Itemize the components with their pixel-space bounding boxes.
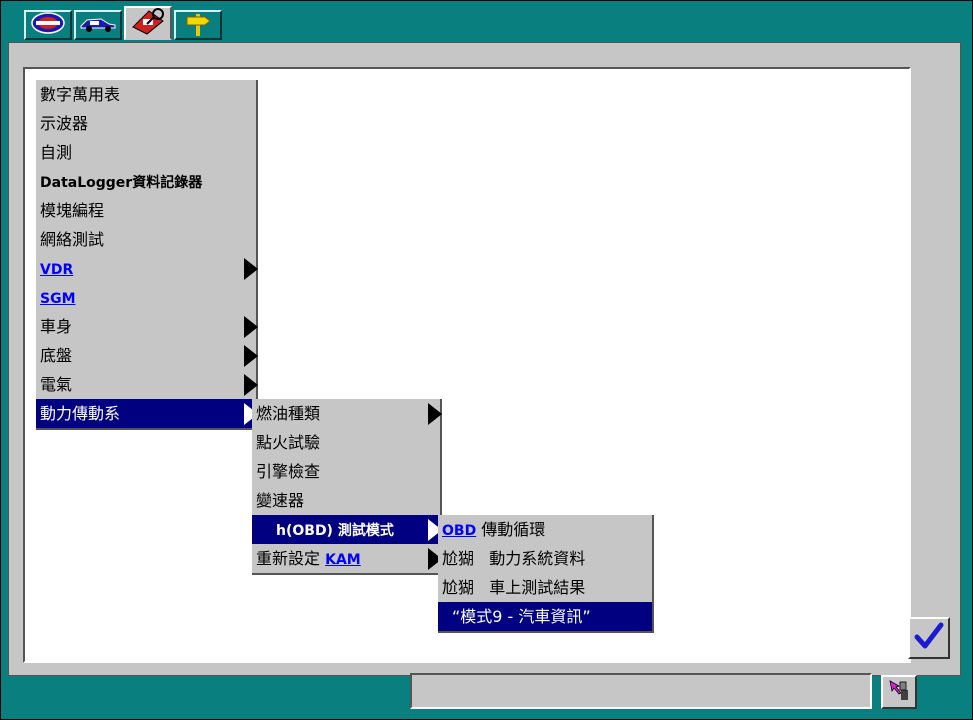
menu-item-label: 尬猢 車上測試結果	[442, 578, 586, 597]
submenu-arrow-icon	[244, 345, 258, 367]
menu-item-reset-kam[interactable]: 重新設定 KAM	[252, 544, 442, 573]
menu-item-label: 自測	[40, 143, 73, 162]
menu-item-label: 點火試驗	[256, 433, 321, 452]
menu-item-sgm[interactable]: SGM	[36, 283, 256, 312]
menu-item-obd-drive-cycle[interactable]: OBD 傳動循環	[438, 515, 652, 544]
menu-item-label: “模式9 - 汽車資訊”	[452, 607, 591, 626]
menu-item-label: h(OBD) 測試模式	[276, 523, 394, 539]
menu-item-label: 尬猢 動力系統資料	[442, 549, 586, 568]
tab-strip	[24, 6, 224, 42]
menu-item-engine-check[interactable]: 引擎檢查	[252, 457, 440, 486]
menu-item-label: 數字萬用表	[40, 85, 121, 104]
tab-toolbox[interactable]	[124, 6, 172, 40]
menu-item-mode9-vehicle-info[interactable]: “模式9 - 汽車資訊”	[438, 602, 652, 631]
car-icon	[79, 13, 117, 37]
submenu-arrow-icon	[244, 258, 258, 280]
menu-item-label: 傳動循環	[476, 520, 546, 539]
menu-item-label: 引擎檢查	[256, 462, 321, 481]
menu-item-powertrain-data[interactable]: 尬猢 動力系統資料	[438, 544, 652, 573]
menu-item-body[interactable]: 車身	[36, 312, 258, 341]
menu-item-label: 底盤	[40, 346, 73, 365]
menu-item-label: 重新設定	[256, 549, 326, 568]
tab-vehicle[interactable]	[74, 10, 122, 40]
menu-item-module-programming[interactable]: 模塊編程	[36, 196, 256, 225]
menu-item-powertrain[interactable]: 動力傳動系	[36, 399, 258, 428]
menu-item-label: 模塊編程	[40, 201, 105, 220]
menu-item-datalogger[interactable]: DataLogger資料記錄器	[36, 167, 256, 196]
menu-item-label: 動力傳動系	[40, 404, 121, 423]
menu-item-obd-test-mode[interactable]: h(OBD) 測試模式	[252, 515, 442, 544]
kam-link: KAM	[325, 552, 361, 568]
status-bar	[410, 673, 872, 709]
powertrain-submenu: 燃油種類 點火試驗 引擎檢查 變速器 h(OBD) 測試模式 重新設定 KAM	[252, 399, 442, 575]
menu-item-label: 電氣	[40, 375, 73, 394]
menu-item-label: DataLogger資料記錄器	[40, 175, 203, 191]
obd-test-mode-submenu: OBD 傳動循環 尬猢 動力系統資料 尬猢 車上測試結果 “模式9 - 汽車資訊…	[438, 515, 654, 633]
menu-item-label: 示波器	[40, 114, 89, 133]
cursor-tool-icon	[887, 678, 911, 706]
checkmark-icon	[914, 621, 944, 655]
menu-item-label: 車身	[40, 317, 73, 336]
tab-vehicle-badge[interactable]	[24, 10, 72, 40]
menu-item-ignition-test[interactable]: 點火試驗	[252, 428, 440, 457]
menu-item-self-test[interactable]: 自測	[36, 138, 256, 167]
vehicle-badge-icon	[30, 11, 66, 39]
submenu-arrow-icon	[428, 403, 442, 425]
menu-item-label: 變速器	[256, 491, 305, 510]
cursor-tool-button[interactable]	[881, 675, 917, 709]
menu-item-multimeter[interactable]: 數字萬用表	[36, 80, 256, 109]
menu-item-chassis[interactable]: 底盤	[36, 341, 258, 370]
obd-link: OBD	[442, 523, 477, 539]
submenu-arrow-icon	[244, 316, 258, 338]
menu-item-label: 網絡測試	[40, 230, 105, 249]
menu-item-vdr[interactable]: VDR	[36, 254, 258, 283]
signpost-icon	[183, 10, 213, 40]
menu-item-label: SGM	[40, 291, 76, 307]
main-menu: 數字萬用表 示波器 自測 DataLogger資料記錄器 模塊編程 網絡測試 V…	[36, 80, 258, 430]
menu-item-label: VDR	[40, 262, 74, 278]
toolbox-icon	[129, 7, 167, 39]
menu-item-electrical[interactable]: 電氣	[36, 370, 258, 399]
menu-item-network-test[interactable]: 網絡測試	[36, 225, 256, 254]
menu-item-fuel-type[interactable]: 燃油種類	[252, 399, 442, 428]
tab-signpost[interactable]	[174, 10, 222, 40]
submenu-arrow-icon	[244, 374, 258, 396]
menu-item-onboard-test-results[interactable]: 尬猢 車上測試結果	[438, 573, 652, 602]
menu-item-transmission[interactable]: 變速器	[252, 486, 440, 515]
menu-item-oscilloscope[interactable]: 示波器	[36, 109, 256, 138]
menu-item-label: 燃油種類	[256, 404, 321, 423]
confirm-button[interactable]	[908, 617, 950, 659]
